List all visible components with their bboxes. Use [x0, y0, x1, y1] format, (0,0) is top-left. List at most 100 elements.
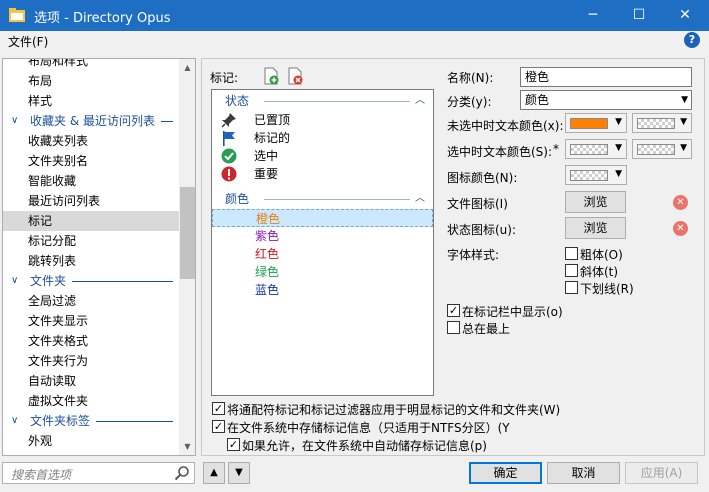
transparent-swatch	[637, 118, 675, 129]
state-list-item[interactable]: 已置顶	[212, 111, 433, 129]
tree-item-label: 文件夹显示	[28, 314, 89, 328]
color-label: 红色	[255, 247, 280, 261]
chevron-down-icon: ▼	[615, 169, 622, 179]
icon-color-picker[interactable]: ▼	[565, 165, 627, 185]
menu-file[interactable]: 文件(F)	[8, 33, 48, 50]
wildcard-checkbox[interactable]: ✓	[212, 402, 225, 415]
state-list-item[interactable]: 重要	[212, 165, 433, 183]
tree-item[interactable]: 文件夹显示	[3, 311, 179, 331]
selected-bg-picker[interactable]: ▼	[632, 139, 692, 159]
state-group-header[interactable]: 状态 ︿	[212, 92, 433, 110]
search-placeholder: 搜索首选项	[11, 468, 72, 482]
search-icon[interactable]	[174, 465, 190, 481]
italic-checkbox[interactable]	[565, 264, 578, 277]
category-select[interactable]: 颜色 ▼	[520, 90, 692, 110]
color-label: 橙色	[256, 212, 281, 226]
tree-item-label: 文件夹行为	[28, 354, 89, 368]
chevron-down-icon[interactable]: ∨	[11, 271, 18, 291]
tree-group-header[interactable]: ∨ 文件夹	[3, 271, 179, 291]
tree-item[interactable]: 智能收藏	[3, 171, 179, 191]
selected-color-picker[interactable]: ▼	[565, 139, 627, 159]
tree-item[interactable]: 收藏夹列表	[3, 131, 179, 151]
tree-item[interactable]: 布局	[3, 71, 179, 91]
state-label: 已置顶	[254, 113, 291, 127]
color-list-item[interactable]: 绿色	[212, 263, 433, 281]
tree-item[interactable]: 跳转列表	[3, 251, 179, 271]
bold-checkbox[interactable]	[565, 247, 578, 260]
tree-item-label: 外观	[28, 434, 53, 448]
minimize-button[interactable]: ─	[570, 0, 616, 31]
title-bar[interactable]: 选项 - Directory Opus ─ ☐ ✕	[0, 0, 709, 31]
chevron-down-icon[interactable]: ∨	[11, 111, 18, 131]
unselected-bg-picker[interactable]: ▼	[632, 113, 692, 133]
color-swatch	[570, 118, 608, 129]
color-list-item[interactable]: 橙色	[212, 209, 433, 227]
scroll-thumb[interactable]	[180, 187, 195, 279]
chevron-down-icon[interactable]: ∨	[11, 411, 18, 431]
app-icon	[9, 8, 25, 22]
tree-item[interactable]: 自动读取	[3, 371, 179, 391]
state-list-item[interactable]: 选中	[212, 147, 433, 165]
help-icon[interactable]: ?	[684, 32, 700, 48]
color-list-item[interactable]: 紫色	[212, 227, 433, 245]
divider	[161, 121, 173, 122]
color-label: 绿色	[255, 265, 280, 279]
tree-item[interactable]: 文件夹格式	[3, 331, 179, 351]
search-input[interactable]: 搜索首选项	[2, 462, 195, 484]
tree-scrollbar[interactable]: ▲ ▼	[179, 59, 195, 455]
scroll-up-arrow-icon[interactable]: ▲	[179, 59, 195, 76]
tree-item[interactable]: 标记分配	[3, 231, 179, 251]
tree-item-label: 收藏夹列表	[28, 134, 89, 148]
tree-item[interactable]: 虚拟文件夹	[3, 391, 179, 411]
color-list-item[interactable]: 红色	[212, 245, 433, 263]
store-ntfs-checkbox[interactable]: ✓	[212, 420, 225, 433]
cancel-button[interactable]: 取消	[547, 462, 620, 484]
ok-button[interactable]: 确定	[469, 462, 542, 484]
tree-item[interactable]: 外观	[3, 431, 179, 451]
add-label-icon[interactable]	[263, 67, 279, 85]
state-list-item[interactable]: 标记的	[212, 129, 433, 147]
collapse-chevron-icon[interactable]: ︿	[415, 92, 425, 110]
tree-item[interactable]: 布局和样式	[3, 59, 179, 71]
tree-up-button[interactable]: ▲	[203, 462, 225, 484]
transparent-swatch	[570, 144, 608, 155]
tree-item[interactable]: 文件夹别名	[3, 151, 179, 171]
tree-group-header[interactable]: ∨ 文件夹标签	[3, 411, 179, 431]
file-icon-browse-button[interactable]: 浏览	[565, 191, 626, 213]
marks-list[interactable]: 状态 ︿ 已置顶标记的选中重要 颜色 ︿ 橙色 紫色红色绿色蓝色	[211, 89, 434, 396]
tree-item-label: 文件夹格式	[28, 334, 89, 348]
clear-file-icon[interactable]: ✕	[673, 195, 688, 210]
apply-button[interactable]: 应用(A)	[625, 462, 698, 484]
tree-item[interactable]: 全局过滤	[3, 291, 179, 311]
tree-item[interactable]: 标记	[3, 211, 179, 231]
show-in-bar-checkbox[interactable]: ✓	[447, 304, 460, 317]
tree-item[interactable]: 样式	[3, 91, 179, 111]
maximize-button[interactable]: ☐	[616, 0, 662, 31]
underline-checkbox[interactable]	[565, 281, 578, 294]
category-value: 颜色	[525, 93, 550, 107]
modified-star: *	[553, 142, 559, 156]
color-list-item[interactable]: 蓝色	[212, 281, 433, 299]
auto-store-checkbox[interactable]: ✓	[227, 438, 240, 451]
status-icon-browse-button[interactable]: 浏览	[565, 217, 626, 239]
options-tree[interactable]: 布局和样式 布局 样式 ∨ 收藏夹 & 最近访问列表收藏夹列表文件夹别名 智能收藏 最近访问…	[2, 58, 196, 456]
collapse-chevron-icon[interactable]: ︿	[415, 190, 425, 208]
exclamation-icon	[221, 166, 237, 182]
delete-label-icon[interactable]	[287, 67, 303, 85]
divider	[96, 421, 173, 422]
scroll-down-arrow-icon[interactable]: ▼	[179, 438, 195, 455]
tree-item[interactable]: 最近访问列表	[3, 191, 179, 211]
unselected-color-picker[interactable]: ▼	[565, 113, 627, 133]
always-top-checkbox[interactable]	[447, 321, 460, 334]
state-label: 选中	[254, 149, 279, 163]
name-field[interactable]: 橙色	[520, 67, 692, 87]
tree-group-header[interactable]: ∨ 收藏夹 & 最近访问列表	[3, 111, 179, 131]
close-button[interactable]: ✕	[662, 0, 708, 31]
color-group-header[interactable]: 颜色 ︿	[212, 190, 433, 208]
icon-color-label: 图标颜色(N):	[447, 171, 518, 185]
clear-status-icon[interactable]: ✕	[673, 221, 688, 236]
chevron-down-icon: ▼	[681, 95, 688, 105]
selected-color-label: 选中时文本颜色(S):	[447, 145, 553, 159]
tree-down-button[interactable]: ▼	[228, 462, 250, 484]
tree-item[interactable]: 文件夹行为	[3, 351, 179, 371]
